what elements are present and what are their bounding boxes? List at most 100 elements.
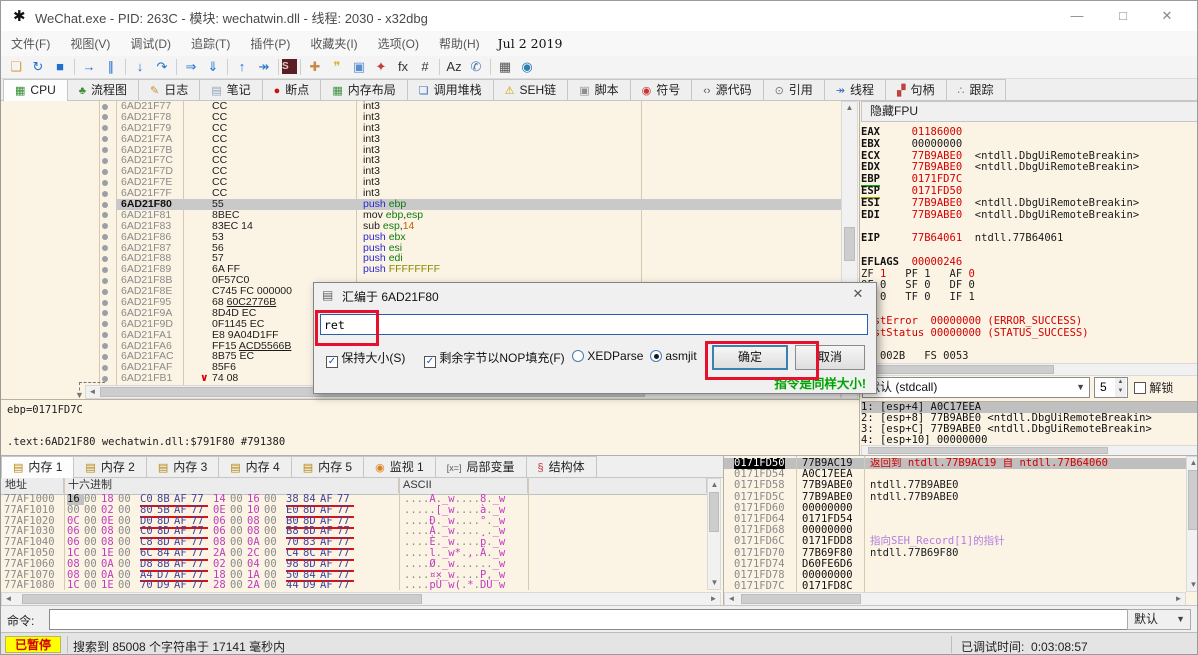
breakpoint-dot-icon[interactable] (102, 332, 108, 338)
menu-item-options[interactable]: 选项(O) (368, 31, 429, 56)
dump-row[interactable]: 77AF106008000A00D88BAF7702000400988DAF77… (1, 559, 707, 570)
column-header-ascii[interactable]: ASCII (399, 478, 528, 493)
stack-row[interactable]: 0171FD7C0171FD8C (724, 581, 1186, 592)
dialog-title-bar[interactable]: ▤ 汇编于 6AD21F80 ✕ (314, 283, 876, 308)
toolbar-button-stop[interactable]: ■ (49, 57, 71, 77)
unlock-checkbox[interactable]: 解锁 (1134, 379, 1173, 396)
dump-tab-struct[interactable]: §结构体 (526, 456, 597, 477)
toolbar-button-strings-badge[interactable]: S (282, 59, 297, 74)
menu-item-debug[interactable]: 调试(D) (120, 31, 181, 56)
column-header-extra[interactable] (528, 478, 707, 493)
menu-item-help[interactable]: 帮助(H) (429, 31, 490, 56)
close-button[interactable]: ✕ (1145, 1, 1189, 30)
maximize-button[interactable]: □ (1101, 1, 1145, 30)
tab-graph[interactable]: ♣流程图 (67, 79, 139, 100)
scroll-left-icon[interactable]: ◄ (725, 593, 738, 605)
disasm-row[interactable]: 6AD21F7ACCint3 (1, 134, 859, 145)
stepper-arrows-icon[interactable]: ▲▼ (1115, 378, 1126, 397)
dialog-close-icon[interactable]: ✕ (846, 286, 870, 304)
stack-row[interactable]: 0171FD74D60FE6D6 (724, 559, 1186, 570)
register-row[interactable]: EIP 77B64061 ntdll.77B64061 (861, 233, 1198, 245)
breakpoint-dot-icon[interactable] (102, 158, 108, 164)
checkbox-checked-icon[interactable]: ✓ (424, 356, 436, 368)
breakpoint-dot-icon[interactable] (102, 256, 108, 262)
scroll-thumb[interactable] (1188, 470, 1198, 530)
toolbar-button-execute-till-return[interactable]: ⇓ (202, 57, 224, 77)
arg-count-stepper[interactable]: 5 ▲▼ (1094, 377, 1128, 398)
scroll-right-icon[interactable]: ► (1172, 593, 1185, 605)
menu-item-plugins[interactable]: 插件(P) (240, 31, 300, 56)
dump-hscrollbar[interactable]: ◄ ► (1, 592, 721, 606)
command-preset-select[interactable]: 默认 ▼ (1127, 609, 1191, 630)
breakpoint-dot-icon[interactable] (102, 245, 108, 251)
breakpoint-dot-icon[interactable] (102, 289, 108, 295)
breakpoint-dot-icon[interactable] (102, 125, 108, 131)
breakpoint-dot-icon[interactable] (102, 169, 108, 175)
scroll-thumb[interactable] (22, 594, 422, 604)
register-row[interactable]: GS 002B FS 0053 (861, 351, 1198, 363)
stack-row[interactable]: 0171FD6000000000 (724, 503, 1186, 514)
tab-trace-tab[interactable]: ∴跟踪 (946, 79, 1006, 100)
dump-tab-locals[interactable]: [x=]局部变量 (435, 456, 527, 477)
tab-threads[interactable]: ↠线程 (824, 79, 886, 100)
tab-log[interactable]: ✎日志 (138, 79, 200, 100)
register-row[interactable]: CF 0 TF 0 IF 1 (861, 292, 1198, 304)
breakpoint-dot-icon[interactable] (102, 354, 108, 360)
assembly-instruction-input[interactable] (320, 314, 868, 335)
toolbar-button-run[interactable]: → (78, 57, 100, 77)
menu-item-view[interactable]: 视图(V) (60, 31, 120, 56)
hide-fpu-button[interactable]: 隐藏FPU (861, 101, 1198, 122)
breakpoint-dot-icon[interactable] (102, 267, 108, 273)
breakpoint-dot-icon[interactable] (102, 365, 108, 371)
scroll-left-icon[interactable]: ◄ (86, 386, 99, 398)
tab-call-stack[interactable]: ❏调用堆栈 (407, 79, 494, 100)
menu-item-trace[interactable]: 追踪(T) (181, 31, 240, 56)
scroll-right-icon[interactable]: ► (707, 593, 720, 605)
breakpoint-dot-icon[interactable] (102, 376, 108, 382)
arguments-panel[interactable]: 1: [esp+4] A0C17EEA2: [esp+8] 77B9ABE0 <… (861, 401, 1198, 446)
breakpoint-dot-icon[interactable] (102, 180, 108, 186)
register-rows[interactable]: EAX 01186000EBX 00000000ECX 77B9ABE0 <nt… (861, 127, 1198, 363)
toolbar-button-step-over[interactable]: ↷ (151, 57, 173, 77)
dump-row[interactable]: 77AF101000000200805BAF770E001000E08DAF77… (1, 505, 707, 516)
stack-row[interactable]: 0171FD6C0171FDD8指向SEH_Record[1]的指针 (724, 536, 1186, 547)
breakpoint-dot-icon[interactable] (102, 136, 108, 142)
toolbar-button-favourite-tools[interactable]: ✦ (370, 57, 392, 77)
tab-seh[interactable]: ⚠SEH链 (493, 79, 569, 100)
scroll-thumb[interactable] (844, 227, 855, 261)
toolbar-button-report[interactable]: ✆ (465, 57, 487, 77)
breakpoint-dot-icon[interactable] (102, 343, 108, 349)
calling-convention-select[interactable]: 默认 (stdcall) ▼ (862, 377, 1090, 398)
breakpoint-dot-icon[interactable] (102, 147, 108, 153)
breakpoint-dot-icon[interactable] (102, 234, 108, 240)
scroll-up-icon[interactable]: ▲ (843, 102, 856, 114)
tab-notes[interactable]: ▤笔记 (199, 79, 262, 100)
xedparse-radio[interactable]: XEDParse (572, 349, 643, 363)
toolbar-button-patch[interactable]: ✚ (304, 57, 326, 77)
tab-script[interactable]: ▣脚本 (567, 79, 630, 100)
breakpoint-dot-icon[interactable] (102, 300, 108, 306)
column-header-hex[interactable]: 十六进制 (64, 478, 399, 493)
keep-size-checkbox[interactable]: ✓ 保持大小(S) (326, 349, 405, 368)
stack-row[interactable]: 0171FD7800000000 (724, 570, 1186, 581)
register-row[interactable]: LastStatus 00000000 (STATUS_SUCCESS) (861, 328, 1198, 340)
scroll-up-icon[interactable]: ▲ (1187, 457, 1198, 469)
toolbar-button-update-globe[interactable]: ◉ (516, 57, 538, 77)
toolbar-button-open-folder[interactable]: ❏ (5, 57, 27, 77)
breakpoint-dot-icon[interactable] (102, 114, 108, 120)
toolbar-button-run-to-user-code[interactable]: ↠ (253, 57, 275, 77)
stack-vscrollbar[interactable]: ▲ ▼ (1186, 456, 1198, 592)
breakpoint-dot-icon[interactable] (102, 321, 108, 327)
toolbar-button-restart[interactable]: ↻ (27, 57, 49, 77)
scroll-thumb[interactable] (868, 447, 1108, 454)
breakpoint-dot-icon[interactable] (102, 278, 108, 284)
stack-row[interactable]: 0171FD7077B69F80ntdll.77B69F80 (724, 548, 1186, 559)
stack-row[interactable]: 0171FD640171FD54 (724, 514, 1186, 525)
tab-handles[interactable]: ▞句柄 (885, 79, 946, 100)
command-input[interactable] (49, 609, 1129, 630)
dump-vscrollbar[interactable]: ▲ ▼ (707, 478, 721, 590)
toolbar-button-calculator[interactable]: ▦ (494, 57, 516, 77)
toolbar-button-step-into[interactable]: ↓ (129, 57, 151, 77)
chevron-down-icon[interactable]: ▼ (1076, 378, 1085, 397)
breakpoint-dot-icon[interactable] (102, 310, 108, 316)
